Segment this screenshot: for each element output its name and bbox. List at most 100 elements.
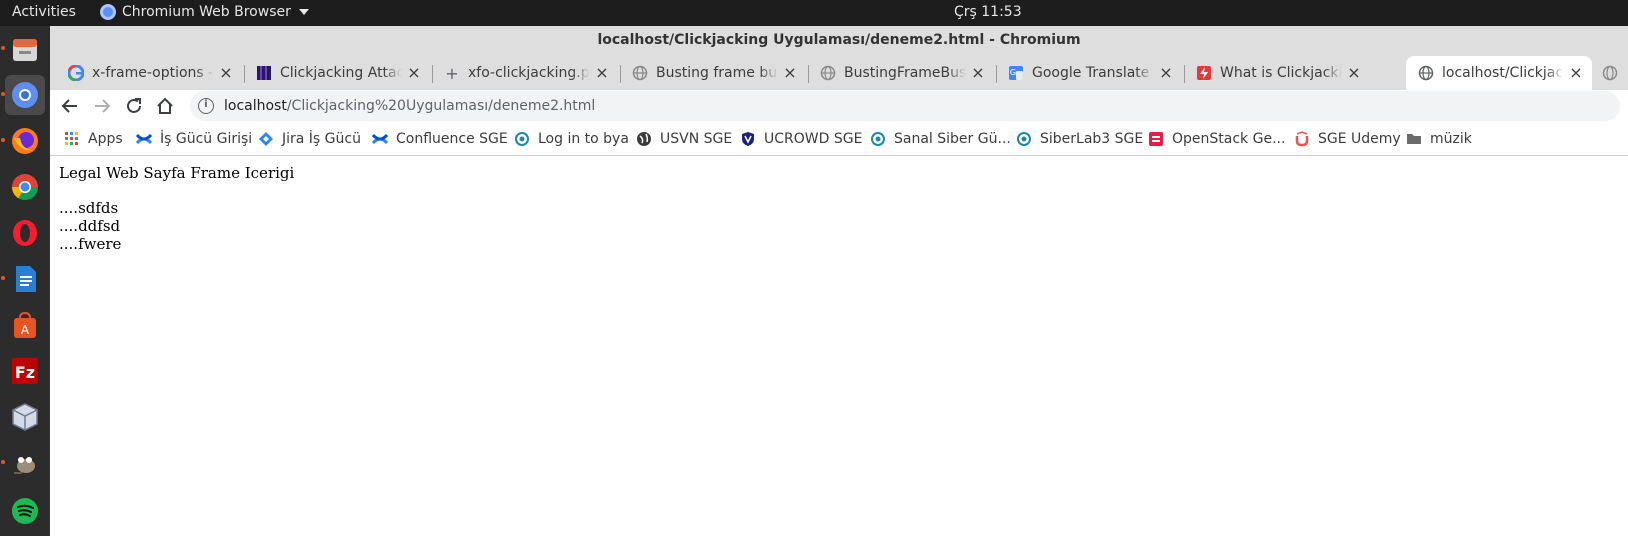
- apps-grid-icon: [64, 131, 80, 147]
- bookmark-apps[interactable]: Apps: [64, 129, 123, 149]
- filezilla-icon: Fz: [12, 358, 38, 384]
- close-icon[interactable]: ×: [594, 65, 610, 81]
- dock-item-chromium[interactable]: [5, 75, 45, 115]
- writer-icon: [16, 266, 36, 292]
- chromium-icon: [12, 82, 38, 108]
- bya-icon: [870, 131, 886, 147]
- bookmark-usvn-sge[interactable]: USVN SGE: [636, 129, 732, 149]
- globe-dark-icon: [636, 131, 652, 147]
- page-heading: Legal Web Sayfa Frame Icerigi: [59, 164, 295, 182]
- forward-button[interactable]: [90, 94, 114, 118]
- stripe-icon: [256, 65, 272, 81]
- bookmark-label: Jira İş Gücü: [282, 131, 361, 147]
- bookmark-label: müzik: [1430, 131, 1472, 147]
- back-button[interactable]: [58, 94, 82, 118]
- reload-icon: [127, 98, 141, 113]
- software-icon: A: [14, 311, 36, 338]
- tab-label: What is Clickjacking: [1220, 65, 1342, 81]
- url-host: localhost: [224, 98, 287, 114]
- dock-item-spotify[interactable]: [5, 491, 45, 531]
- close-icon[interactable]: ×: [1158, 65, 1174, 81]
- dock-item-software[interactable]: A: [5, 305, 45, 345]
- bookmark-openstack[interactable]: OpenStack Ge...: [1148, 129, 1285, 149]
- tab-clickjacking-attacks[interactable]: Clickjacking Attacks ×: [244, 56, 430, 90]
- tab-what-is-clickjacking[interactable]: What is Clickjacking ×: [1184, 56, 1370, 90]
- tab-overflow[interactable]: [1592, 56, 1628, 90]
- bookmark-jira-is-gucu[interactable]: Jira İş Gücü: [258, 129, 361, 149]
- activities-button[interactable]: Activities: [12, 4, 76, 20]
- bookmark-confluence-sge[interactable]: Confluence SGE: [372, 129, 508, 149]
- info-icon[interactable]: i: [198, 98, 214, 114]
- tab-label: Clickjacking Attacks: [280, 65, 402, 81]
- tab-label: xfo-clickjacking.pdf: [468, 65, 590, 81]
- translate-icon: G: [1008, 65, 1024, 81]
- url-path: /Clickjacking%20Uygulaması/deneme2.html: [286, 98, 596, 114]
- plus-icon: +: [445, 63, 459, 83]
- content-lines: ....sdfds ....ddfsd ....fwere: [59, 199, 121, 253]
- dock-item-chrome[interactable]: [5, 167, 45, 207]
- bookmark-siberlab3-sge[interactable]: SiberLab3 SGE: [1016, 129, 1143, 149]
- firefox-icon: [12, 128, 38, 154]
- bya-icon: [1016, 131, 1032, 147]
- globe-icon: [632, 65, 648, 81]
- close-icon[interactable]: ×: [218, 65, 234, 81]
- bookmark-is-gucu-girisi[interactable]: İş Gücü Girişi: [136, 129, 252, 149]
- dock-item-filezilla[interactable]: Fz: [5, 351, 45, 391]
- dock-item-files[interactable]: [5, 30, 45, 70]
- close-icon[interactable]: ×: [970, 65, 986, 81]
- tab-label: Busting frame busting: [656, 65, 778, 81]
- svg-text:A: A: [21, 323, 30, 337]
- reload-button[interactable]: [122, 94, 146, 118]
- bookmark-label: Log in to bya: [538, 131, 629, 147]
- page-content: Legal Web Sayfa Frame Icerigi ....sdfds …: [50, 157, 1628, 536]
- bookmark-log-in-to-bya[interactable]: Log in to bya: [514, 129, 629, 149]
- bookmark-folder-muzik[interactable]: müzik: [1406, 129, 1472, 149]
- tab-busting-frame-busting[interactable]: Busting frame busting ×: [620, 56, 806, 90]
- svg-text:Fz: Fz: [15, 363, 35, 382]
- content-line: ....sdfds: [59, 199, 119, 217]
- home-button[interactable]: [153, 94, 177, 118]
- close-icon[interactable]: ×: [1568, 65, 1584, 81]
- content-line: ....ddfsd: [59, 217, 121, 235]
- folder-icon: [1406, 131, 1422, 147]
- globe-icon: [1418, 65, 1434, 81]
- bookmarks-bar: Apps İş Gücü Girişi Jira İş Gücü Conflue…: [50, 122, 1628, 156]
- opera-icon: [13, 220, 37, 246]
- dock-item-virtualbox[interactable]: [5, 397, 45, 437]
- arrow-right-icon: [95, 99, 111, 113]
- arrow-left-icon: [61, 99, 77, 113]
- address-bar[interactable]: i localhost/Clickjacking%20Uygulaması/de…: [190, 91, 1620, 121]
- dock-item-firefox[interactable]: [5, 121, 45, 161]
- confluence-icon: [136, 131, 152, 147]
- bookmark-label: Sanal Siber Gü...: [894, 131, 1011, 147]
- tab-google-translate[interactable]: G Google Translate ×: [996, 56, 1182, 90]
- chromium-icon: [100, 4, 116, 20]
- dock-item-opera[interactable]: [5, 213, 45, 253]
- bookmark-label: UCROWD SGE: [764, 131, 863, 147]
- tab-label: Google Translate: [1032, 65, 1150, 81]
- tab-label: localhost/Clickjacking: [1442, 65, 1564, 81]
- bookmark-sge-udemy[interactable]: SGE Udemy: [1294, 129, 1401, 149]
- chrome-icon: [11, 174, 39, 201]
- close-icon[interactable]: ×: [782, 65, 798, 81]
- close-icon[interactable]: ×: [1346, 65, 1362, 81]
- app-menu[interactable]: Chromium Web Browser: [100, 4, 309, 20]
- tab-xfo-clickjacking-pdf[interactable]: + xfo-clickjacking.pdf ×: [432, 56, 618, 90]
- clock[interactable]: Çrş 11:53: [954, 4, 1022, 20]
- dock-item-writer[interactable]: [5, 259, 45, 299]
- tab-label: BustingFrameBusting: [844, 65, 966, 81]
- gimp-icon: [14, 457, 35, 474]
- tab-label: x-frame-options - Google Search: [92, 65, 214, 81]
- bookmark-label: USVN SGE: [660, 131, 733, 147]
- window-title-bar[interactable]: localhost/Clickjacking Uygulaması/deneme…: [50, 26, 1628, 54]
- bolt-icon: [1196, 65, 1212, 81]
- tab-bustingframebusting[interactable]: BustingFrameBusting ×: [808, 56, 994, 90]
- gnome-top-bar: Activities Chromium Web Browser Çrş 11:5…: [0, 0, 1628, 26]
- bookmark-sanal-siber[interactable]: Sanal Siber Gü...: [870, 129, 1011, 149]
- tab-localhost-clickjacking[interactable]: localhost/Clickjacking ×: [1406, 56, 1592, 90]
- jira-icon: [258, 131, 274, 147]
- bookmark-ucrowd-sge[interactable]: UCROWD SGE: [740, 129, 862, 149]
- tab-x-frame-options[interactable]: x-frame-options - Google Search ×: [56, 56, 242, 90]
- dock-item-gimp[interactable]: [5, 443, 45, 483]
- close-icon[interactable]: ×: [406, 65, 422, 81]
